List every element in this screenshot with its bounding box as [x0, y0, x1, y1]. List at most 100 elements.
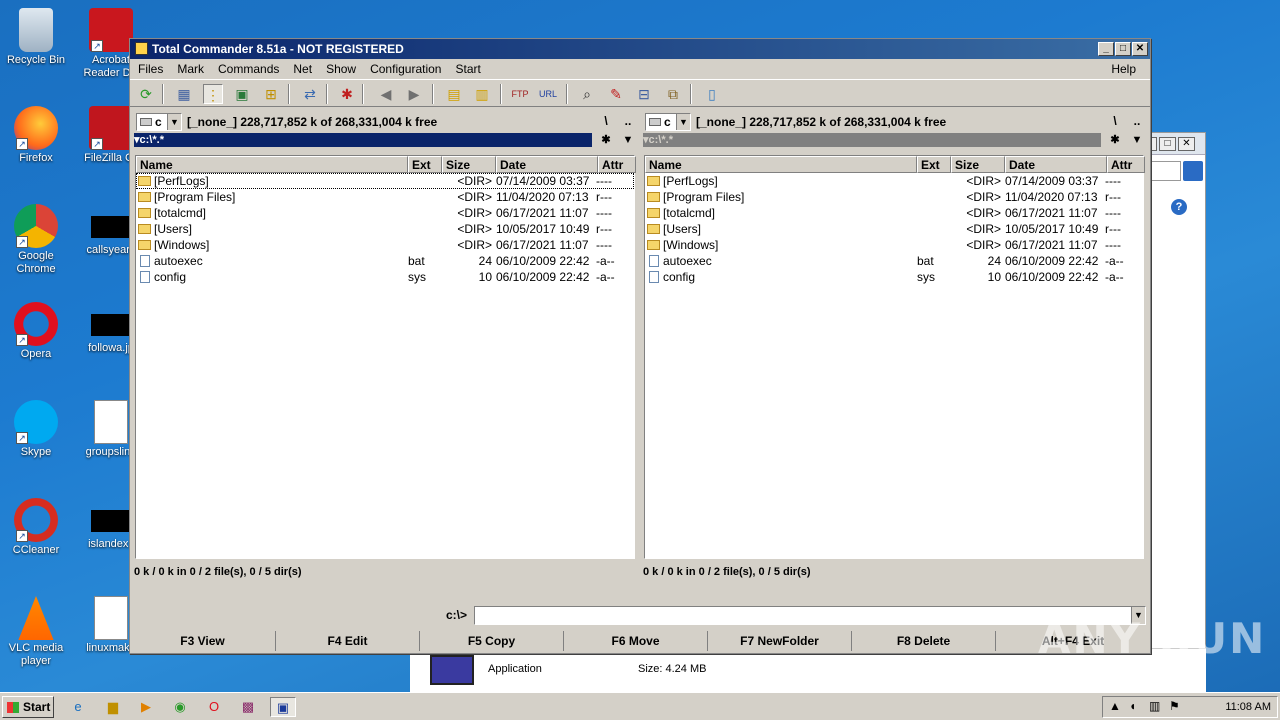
column-attr[interactable]: Attr [1107, 156, 1145, 173]
file-row[interactable]: [Program Files] <DIR> 11/04/2020 07:13 r--- [645, 189, 1143, 205]
right-file-list[interactable]: Name Ext Size Date Attr [PerfLogs] <DIR> 0… [644, 155, 1145, 559]
menu-configuration[interactable]: Configuration [362, 62, 447, 76]
menu-start[interactable]: Start [447, 62, 486, 76]
file-row[interactable]: autoexec bat 24 06/10/2009 22:42 -a-- [645, 253, 1143, 269]
f6-move-button[interactable]: F6 Move [564, 631, 708, 651]
left-drive-selector[interactable]: c ▼ [136, 113, 182, 131]
file-row[interactable]: [Users] <DIR> 10/05/2017 10:49 r--- [645, 221, 1143, 237]
select-icon[interactable]: ✱ [337, 84, 357, 104]
column-date[interactable]: Date [496, 156, 598, 173]
column-ext[interactable]: Ext [408, 156, 442, 173]
file-row[interactable]: [totalcmd] <DIR> 06/17/2021 11:07 ---- [645, 205, 1143, 221]
column-date[interactable]: Date [1005, 156, 1107, 173]
desktop-icon-opera[interactable]: ↗ Opera [1, 302, 71, 361]
search-icon[interactable] [1183, 161, 1203, 181]
minimize-button[interactable]: _ [1098, 42, 1114, 56]
close-button[interactable]: ✕ [1132, 42, 1148, 56]
tray-expand-icon[interactable]: ▲ [1109, 699, 1121, 713]
media-player-icon[interactable]: ▶ [136, 697, 156, 717]
window-titlebar[interactable]: Total Commander 8.51a - NOT REGISTERED _… [130, 39, 1150, 59]
column-name[interactable]: Name [136, 156, 408, 173]
tree-view-icon[interactable]: ⊞ [261, 84, 281, 104]
notepad-icon[interactable]: ▯ [702, 84, 722, 104]
start-button[interactable]: Start [2, 696, 54, 718]
history-dropdown-icon[interactable]: ▼ [1127, 133, 1147, 147]
file-row[interactable]: [PerfLogs] <DIR> 07/14/2009 03:37 ---- [645, 173, 1143, 189]
thumbnail-view-icon[interactable]: ▣ [232, 84, 252, 104]
menu-commands[interactable]: Commands [210, 62, 285, 76]
unpack-icon[interactable]: ▥ [472, 84, 492, 104]
column-size[interactable]: Size [442, 156, 496, 173]
brief-view-icon[interactable]: ▦ [174, 84, 194, 104]
menu-files[interactable]: Files [130, 62, 169, 76]
pack-icon[interactable]: ▤ [444, 84, 464, 104]
winrar-icon[interactable]: ▩ [238, 697, 258, 717]
refresh-icon[interactable]: ⟳ [136, 84, 156, 104]
file-row[interactable]: autoexec bat 24 06/10/2009 22:42 -a-- [136, 253, 634, 269]
desktop-icon-skype[interactable]: ↗ Skype [1, 400, 71, 459]
history-dropdown-icon[interactable]: ▼ [618, 133, 638, 147]
ftp-connect-icon[interactable]: FTP [510, 84, 530, 104]
desktop-icon-vlc[interactable]: VLC media player [1, 596, 71, 668]
f8-delete-button[interactable]: F8 Delete [852, 631, 996, 651]
action-center-flag-icon[interactable]: ⚑ [1169, 699, 1180, 713]
maximize-icon[interactable]: □ [1159, 137, 1176, 151]
desktop-icon-chrome[interactable]: ↗ Google Chrome [1, 204, 71, 276]
left-path-bar[interactable]: ▾c:\*.* ✱ ▼ [132, 133, 638, 147]
right-up-button[interactable]: .. [1127, 111, 1147, 133]
copy-names-icon[interactable]: ⧉ [663, 84, 683, 104]
file-row[interactable]: [Windows] <DIR> 06/17/2021 11:07 ---- [645, 237, 1143, 253]
menu-help[interactable]: Help [1103, 59, 1142, 79]
back-arrow-icon[interactable]: ◀ [376, 84, 396, 104]
chrome-taskbar-icon[interactable]: ◉ [170, 697, 190, 717]
left-file-list[interactable]: Name Ext Size Date Attr [PerfLogs] <DIR> 0… [135, 155, 636, 559]
find-binoculars-icon[interactable]: ⌕ [577, 84, 597, 104]
menu-show[interactable]: Show [318, 62, 362, 76]
f3-view-button[interactable]: F3 View [130, 631, 276, 651]
opera-taskbar-icon[interactable]: O [204, 697, 224, 717]
column-name[interactable]: Name [645, 156, 917, 173]
file-row[interactable]: [totalcmd] <DIR> 06/17/2021 11:07 ---- [136, 205, 634, 221]
close-icon[interactable]: ✕ [1178, 137, 1195, 151]
left-up-button[interactable]: .. [618, 111, 638, 133]
file-row[interactable]: config sys 10 06/10/2009 22:42 -a-- [136, 269, 634, 285]
f4-edit-button[interactable]: F4 Edit [276, 631, 420, 651]
desktop-icon-ccleaner[interactable]: ↗ CCleaner [1, 498, 71, 557]
full-view-icon[interactable]: ⋮ [203, 84, 223, 104]
column-ext[interactable]: Ext [917, 156, 951, 173]
right-path-bar[interactable]: ▾c:\*.* ✱ ▼ [641, 133, 1147, 147]
left-root-button[interactable]: \ [596, 111, 616, 133]
f5-copy-button[interactable]: F5 Copy [420, 631, 564, 651]
file-row[interactable]: [Users] <DIR> 10/05/2017 10:49 r--- [136, 221, 634, 237]
clock[interactable]: 11:08 AM [1225, 697, 1271, 717]
file-row[interactable]: [Windows] <DIR> 06/17/2021 11:07 ---- [136, 237, 634, 253]
sync-dirs-icon[interactable]: ⊟ [634, 84, 654, 104]
desktop-icon-firefox[interactable]: ↗ Firefox [1, 106, 71, 165]
file-row[interactable]: [Program Files] <DIR> 11/04/2020 07:13 r--- [136, 189, 634, 205]
compare-icon[interactable]: ⇄ [300, 84, 320, 104]
maximize-button[interactable]: □ [1115, 42, 1131, 56]
multi-rename-icon[interactable]: ✎ [606, 84, 626, 104]
right-root-button[interactable]: \ [1105, 111, 1125, 133]
forward-arrow-icon[interactable]: ▶ [404, 84, 424, 104]
favorites-star-icon[interactable]: ✱ [1105, 133, 1125, 147]
favorites-star-icon[interactable]: ✱ [596, 133, 616, 147]
right-rows: [PerfLogs] <DIR> 07/14/2009 03:37 ---- [Prog… [645, 173, 1143, 285]
menu-mark[interactable]: Mark [169, 62, 210, 76]
right-drive-selector[interactable]: c ▼ [645, 113, 691, 131]
internet-explorer-icon[interactable]: e [68, 697, 88, 717]
network-icon[interactable]: ▥ [1149, 699, 1160, 713]
desktop-icon-recycle-bin[interactable]: Recycle Bin [1, 8, 71, 67]
volume-icon[interactable]: ◖ [1129, 699, 1136, 713]
file-row[interactable]: [PerfLogs] <DIR> 07/14/2009 03:37 ---- [136, 173, 634, 189]
file-attr: -a-- [1105, 270, 1124, 284]
total-commander-taskbar-icon[interactable]: ▣ [270, 697, 296, 717]
column-attr[interactable]: Attr [598, 156, 636, 173]
file-explorer-icon[interactable]: ▆ [103, 697, 123, 717]
url-connect-icon[interactable]: URL [538, 84, 558, 104]
file-row[interactable]: config sys 10 06/10/2009 22:42 -a-- [645, 269, 1143, 285]
help-icon[interactable]: ? [1171, 199, 1187, 215]
menu-net[interactable]: Net [285, 62, 318, 76]
f7-newfolder-button[interactable]: F7 NewFolder [708, 631, 852, 651]
column-size[interactable]: Size [951, 156, 1005, 173]
